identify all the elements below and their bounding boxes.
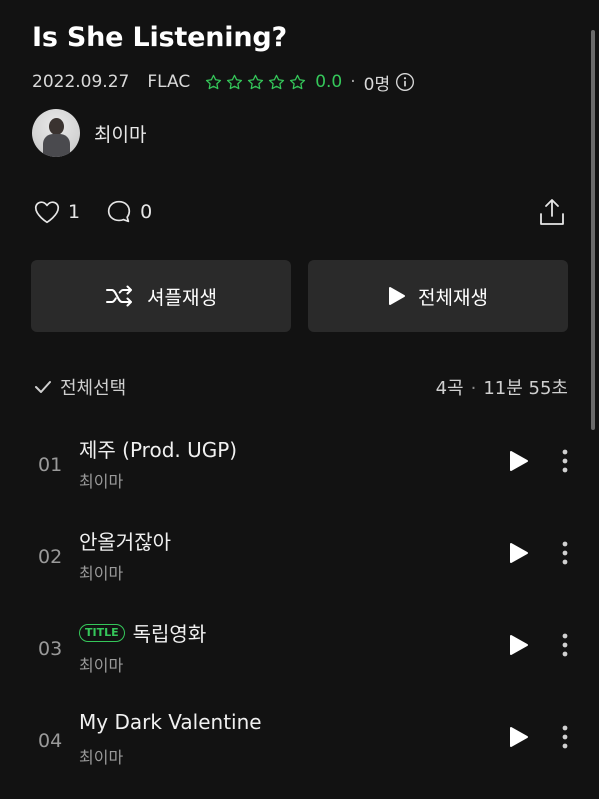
track-title-row: 제주 (Prod. UGP) <box>79 434 237 463</box>
track-title-row: TITLE 독립영화 <box>79 618 206 647</box>
star-icon <box>269 74 285 89</box>
social-actions: 1 0 <box>32 196 152 228</box>
play-icon[interactable] <box>508 725 530 749</box>
album-title: Is She Listening? <box>32 22 287 53</box>
shuffle-play-button[interactable]: 셔플재생 <box>31 260 291 332</box>
scrollbar[interactable] <box>591 30 595 430</box>
track-artist[interactable]: 최이마 <box>79 468 123 492</box>
avatar <box>32 109 80 157</box>
comment-count: 0 <box>140 201 153 223</box>
shuffle-label: 셔플재생 <box>147 286 217 309</box>
track-row[interactable]: 04 My Dark Valentine 최이마 <box>0 706 599 786</box>
play-icon[interactable] <box>508 633 530 657</box>
star-icon <box>290 74 306 89</box>
star-icon <box>206 74 222 89</box>
separator-dot: · <box>350 72 356 92</box>
star-icon <box>248 74 264 89</box>
track-summary: 4곡 · 11분 55초 <box>436 374 568 400</box>
share-icon[interactable] <box>536 196 568 228</box>
artist-row[interactable]: 최이마 <box>32 108 146 158</box>
play-icon[interactable] <box>508 449 530 473</box>
heart-icon[interactable] <box>32 197 62 227</box>
more-icon[interactable] <box>560 447 570 475</box>
more-icon[interactable] <box>560 631 570 659</box>
release-date: 2022.09.27 <box>32 72 130 92</box>
track-row[interactable]: 02 안올거잖아 최이마 <box>0 522 599 602</box>
rating-value: 0.0 <box>315 72 343 92</box>
title-badge: TITLE <box>79 623 125 642</box>
play-icon <box>389 287 406 305</box>
like-count: 1 <box>68 201 81 223</box>
separator-dot: · <box>470 378 477 399</box>
track-number: 03 <box>38 638 63 660</box>
artist-name[interactable]: 최이마 <box>94 120 146 147</box>
track-artist[interactable]: 최이마 <box>79 652 123 676</box>
track-number: 04 <box>38 730 63 752</box>
track-number: 02 <box>38 546 63 568</box>
track-artist[interactable]: 최이마 <box>79 744 123 768</box>
track-row[interactable]: 03 TITLE 독립영화 최이마 <box>0 614 599 694</box>
track-list-header: 전체선택 4곡 · 11분 55초 <box>34 372 568 402</box>
total-duration: 11분 55초 <box>483 378 568 399</box>
track-title: 독립영화 <box>132 622 207 646</box>
more-icon[interactable] <box>560 723 570 751</box>
select-all-toggle[interactable]: 전체선택 <box>34 374 126 400</box>
info-icon[interactable] <box>395 72 415 92</box>
track-artist[interactable]: 최이마 <box>79 560 123 584</box>
more-icon[interactable] <box>560 539 570 567</box>
track-title: 안올거잖아 <box>79 530 171 554</box>
track-title: My Dark Valentine <box>79 710 262 734</box>
track-row[interactable]: 01 제주 (Prod. UGP) 최이마 <box>0 430 599 510</box>
track-count: 4곡 <box>435 378 464 399</box>
select-all-label: 전체선택 <box>60 378 127 399</box>
track-title-row: 안올거잖아 <box>79 526 171 555</box>
album-meta: 2022.09.27 FLAC 0.0 · 0명 <box>32 68 415 96</box>
audio-format: FLAC <box>147 72 191 92</box>
rating-stars[interactable] <box>204 73 309 92</box>
play-icon[interactable] <box>508 541 530 565</box>
star-icon <box>227 74 243 89</box>
shuffle-icon <box>106 285 133 307</box>
track-title: 제주 (Prod. UGP) <box>79 438 238 462</box>
comment-icon[interactable] <box>104 197 134 227</box>
check-icon <box>35 381 51 393</box>
play-all-button[interactable]: 전체재생 <box>308 260 568 332</box>
track-title-row: My Dark Valentine <box>79 710 262 734</box>
play-all-label: 전체재생 <box>418 286 488 309</box>
track-number: 01 <box>38 454 63 476</box>
rater-count: 0명 <box>363 74 391 95</box>
